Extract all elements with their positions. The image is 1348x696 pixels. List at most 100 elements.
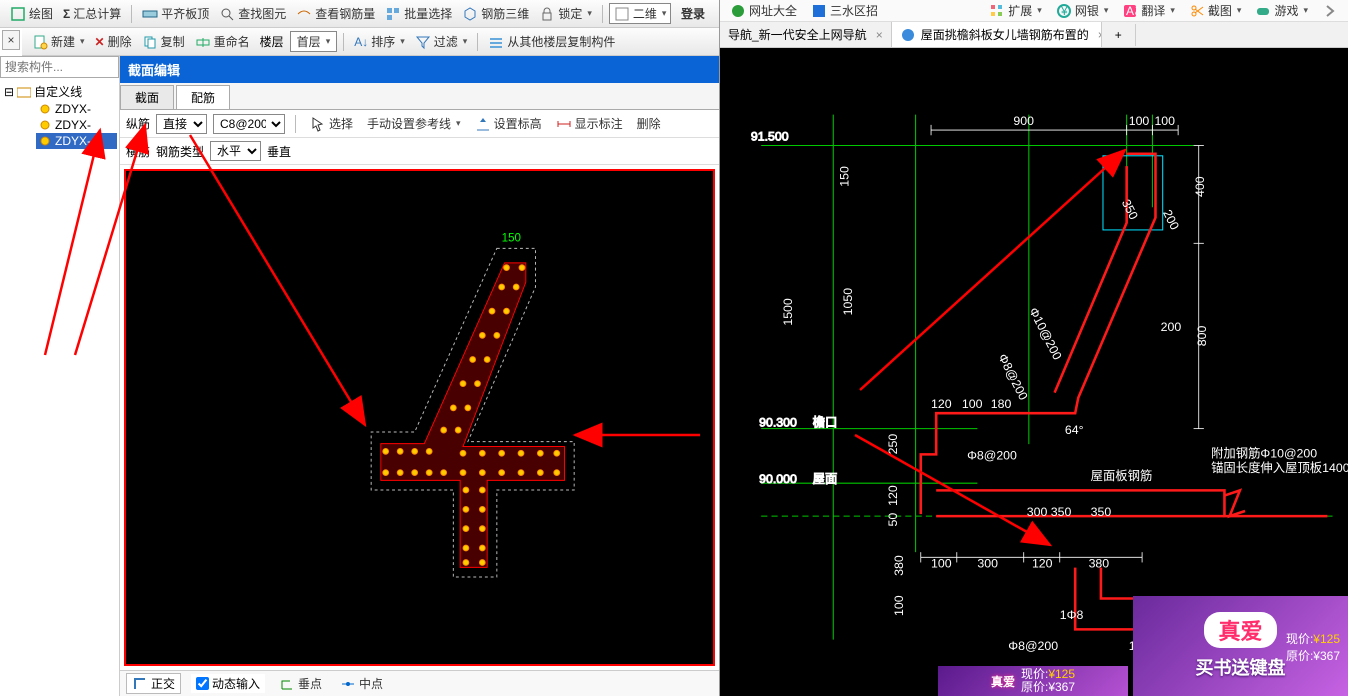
drawing-canvas[interactable]: 150 [124, 169, 715, 666]
copy-from-floor-button[interactable]: 从其他楼层复制构件 [484, 31, 619, 52]
svg-text:300 350: 300 350 [1027, 505, 1072, 519]
tab-label: 导航_新一代安全上网导航 [728, 26, 867, 43]
toolbar-1: 绘图 Σ 汇总计算 平齐板顶 查找图元 查看钢筋量 批量选择 [0, 0, 719, 28]
chevron-down-icon: ▾ [80, 36, 85, 47]
game-menu[interactable]: 游戏▾ [1251, 2, 1312, 19]
floor-label: 楼层 [260, 33, 284, 50]
tree-item-selected[interactable]: ZDYX- [36, 133, 117, 149]
chevron-down-icon: ▾ [587, 8, 592, 19]
dynamic-checkbox[interactable] [196, 677, 209, 690]
bank-menu[interactable]: ¥ 网银▾ [1052, 2, 1113, 19]
tree-root[interactable]: ⊟ 自定义线 [2, 82, 117, 101]
component-tree[interactable]: ⊟ 自定义线 ZDYX- ZDYX- ZDYX- [0, 78, 119, 696]
sort-button[interactable]: A↓ 排序 ▾ [350, 31, 409, 52]
floor-select[interactable]: 首层 ▾ [290, 31, 338, 52]
view-icon [614, 6, 630, 22]
chevron-down-icon: ▾ [456, 118, 461, 129]
svg-text:180: 180 [991, 397, 1012, 411]
svg-text:900: 900 [1013, 114, 1034, 128]
ad-banner-small[interactable]: 真爱 现价:¥125 原价:¥367 [938, 666, 1128, 696]
chevron-down-icon: ▾ [326, 36, 331, 47]
cube-icon [462, 6, 478, 22]
ortho-label: 正交 [151, 675, 175, 692]
orientation-select[interactable]: 水平 [210, 141, 261, 161]
perp-snap[interactable]: 垂点 [275, 673, 326, 694]
svg-text:200: 200 [1161, 320, 1182, 334]
tab-rebar[interactable]: 配筋 [176, 85, 230, 109]
rename-button[interactable]: 重命名 [191, 31, 254, 52]
browser-tab-active[interactable]: 屋面挑檐斜板女儿墙钢筋布置的 × [892, 22, 1102, 47]
midpoint-label: 中点 [359, 675, 383, 692]
svg-text:¥: ¥ [1060, 4, 1068, 18]
login-link[interactable]: 登录 [681, 5, 713, 22]
chevron-down-icon: ▾ [463, 36, 468, 47]
close-icon[interactable]: × [876, 28, 883, 42]
copy-button[interactable]: 复制 [138, 31, 189, 52]
find-element-tool[interactable]: 查找图元 [215, 3, 290, 24]
view-mode-select[interactable]: 二维 ▾ [609, 3, 672, 24]
page-icon [900, 27, 916, 43]
batch-label: 批量选择 [404, 5, 452, 22]
svg-text:Φ8@200: Φ8@200 [995, 352, 1030, 403]
browser-tab[interactable]: 导航_新一代安全上网导航 × [720, 22, 892, 47]
drawing-tool[interactable]: 绘图 [6, 3, 57, 24]
svg-text:1Φ8: 1Φ8 [1060, 608, 1084, 622]
view-rebar-label: 查看钢筋量 [315, 5, 375, 22]
new-button[interactable]: 新建 ▾ [28, 31, 89, 52]
close-panel-button[interactable]: × [2, 30, 20, 50]
rebar-style-select[interactable]: 直接 [156, 114, 207, 134]
bookmark[interactable]: 三水区招 [807, 2, 882, 19]
ad-price: 现价:¥125 原价:¥367 [1286, 630, 1340, 664]
svg-text:90.000: 90.000 [759, 472, 797, 486]
search-input[interactable] [0, 56, 119, 78]
midpoint-snap[interactable]: 中点 [336, 673, 387, 694]
lock-tool[interactable]: 锁定 ▾ [535, 3, 596, 24]
set-refline-tool[interactable]: 手动设置参考线 ▾ [363, 113, 465, 134]
svg-text:100: 100 [1129, 114, 1150, 128]
new-tab-button[interactable]: + [1102, 24, 1136, 46]
new-label: 新建 [51, 33, 75, 50]
bookmark[interactable]: 网址大全 [726, 2, 801, 19]
rebar-spec-select[interactable]: C8@200 [213, 114, 285, 134]
select-tool[interactable]: 选择 [306, 113, 357, 134]
search-icon [219, 6, 235, 22]
find-label: 查找图元 [238, 5, 286, 22]
set-elevation-tool[interactable]: 设置标高 [471, 113, 546, 134]
ortho-toggle[interactable]: 正交 [126, 673, 181, 694]
translate-menu[interactable]: Aあ 翻译▾ [1118, 2, 1179, 19]
editor-subtoolbar-2: 横筋 钢筋类型 水平 垂直 [120, 138, 719, 165]
batch-select-tool[interactable]: 批量选择 [381, 3, 456, 24]
extension-menu[interactable]: 扩展▾ [985, 2, 1046, 19]
tree-item[interactable]: ZDYX- [36, 101, 117, 117]
copy-icon [142, 34, 158, 50]
view-rebar-tool[interactable]: 查看钢筋量 [292, 3, 379, 24]
sort-icon: A↓ [354, 35, 368, 49]
screenshot-menu[interactable]: 截图▾ [1185, 2, 1246, 19]
tree-item-label: ZDYX- [55, 118, 91, 132]
ad-banner[interactable]: 真爱 现价:¥125 原价:¥367 买书送键盘 [1133, 596, 1348, 696]
svg-text:檐口: 檐口 [813, 416, 838, 430]
tree-item[interactable]: ZDYX- [36, 117, 117, 133]
tab-section[interactable]: 截面 [120, 85, 174, 109]
dynamic-input-toggle[interactable]: 动态输入 [191, 674, 265, 693]
delete-button[interactable]: ✕ 删除 [91, 31, 136, 52]
pingqi-tool[interactable]: 平齐板顶 [138, 3, 213, 24]
component-icon [38, 135, 52, 147]
rename-label: 重命名 [214, 33, 250, 50]
more-menu[interactable] [1318, 3, 1342, 19]
svg-text:150: 150 [838, 166, 852, 187]
show-dim-tool[interactable]: 显示标注 [552, 113, 627, 134]
editor-titlebar: 截面编辑 [120, 56, 719, 83]
ad2-brand: 真爱 [991, 673, 1015, 690]
rebar-3d-tool[interactable]: 钢筋三维 [458, 3, 533, 24]
lock-label: 锁定 [558, 5, 582, 22]
editor-tabs: 截面 配筋 [120, 83, 719, 110]
floor-value: 首层 [297, 33, 321, 50]
svg-text:附加钢筋Φ10@200: 附加钢筋Φ10@200 [1211, 445, 1317, 460]
filter-button[interactable]: 过滤 ▾ [411, 31, 472, 52]
svg-text:1050: 1050 [841, 288, 855, 316]
sumcalc-tool[interactable]: Σ 汇总计算 [59, 3, 125, 24]
svg-text:350: 350 [1119, 197, 1141, 222]
tree-item-label: ZDYX- [55, 102, 91, 116]
delete-tool[interactable]: 删除 [633, 113, 665, 134]
